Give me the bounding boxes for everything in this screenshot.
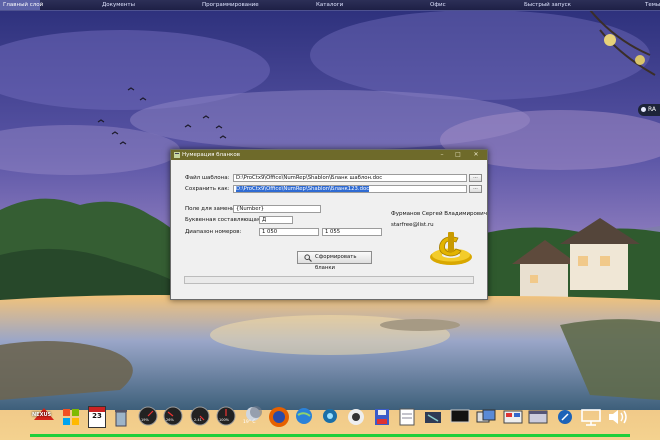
author-name: Фурманов Сергей Владимирович [391,211,487,217]
gauge-widget-3[interactable]: 2.41 [190,406,210,426]
number-range-label: Диапазон номеров: [185,229,242,235]
menu-item-themes[interactable]: Темы [645,0,660,10]
magnifier-icon [304,254,312,262]
menu-item-catalogs[interactable]: Каталоги [316,0,343,10]
range-from-input[interactable]: 1 050 [259,228,319,236]
gauge-value-4: 100% [219,418,230,422]
menu-item-quick-launch[interactable]: Быстрый запуск [524,0,571,10]
gauge-icon [163,406,183,426]
app-icon [174,152,180,158]
menu-item-programming[interactable]: Программирование [202,0,259,10]
menu-item-main-layer[interactable]: Главный слой [0,0,43,10]
monitor-icon[interactable] [450,409,470,425]
generate-forms-label: Сформировать бланки [315,254,357,271]
gauge-value-1: 19% [141,418,149,422]
window-switcher-icon[interactable] [476,409,496,425]
minimize-icon: – [440,151,444,158]
replace-field-label: Поле для замены: [185,206,238,212]
badge-dot-icon [641,107,646,112]
recycle-bin-icon[interactable] [113,408,129,428]
status-bar [184,276,474,284]
explorer-icon[interactable] [528,409,548,425]
calendar-day: 23 [92,412,102,420]
side-badge-label: RA [648,106,657,113]
generate-forms-button[interactable]: Сформировать бланки [297,251,372,271]
gauge-icon [190,406,210,426]
menu-item-documents[interactable]: Документы [102,0,135,10]
control-panel-icon[interactable] [503,409,523,425]
globe-icon[interactable] [295,407,313,427]
temperature-value: 19° C [243,420,256,425]
letter-component-input[interactable]: Д [259,216,293,224]
gauge-widget-2[interactable]: 26% [163,406,183,426]
save-disk-icon[interactable] [374,407,390,427]
display-settings-icon[interactable] [580,408,602,426]
nexus-brand-text: NEXUS [32,412,52,418]
notepad-icon[interactable] [398,408,416,426]
gauge-value-3: 2.41 [194,418,202,422]
template-file-label: Файл шаблона: [185,175,230,181]
save-as-selected-text: D:\ProCtx9\Office\NumRep\Shablon\Бланк12… [236,186,370,192]
top-menu-bar: Главный слой Документы Программирование … [0,0,660,11]
windows-icon [63,409,79,425]
feather-icon[interactable] [557,409,573,425]
firefox-icon[interactable] [268,406,290,428]
replace-field-input[interactable]: {Number} [233,205,321,213]
weather-widget[interactable]: 19° C [243,406,263,428]
maximize-icon: □ [455,151,461,158]
side-badge[interactable]: RA [638,104,660,116]
logo-icon [430,232,472,265]
save-as-input[interactable]: D:\ProCtx9\Office\NumRep\Shablon\Бланк12… [233,185,467,193]
calendar-widget[interactable]: 23 [88,406,106,428]
gauge-widget-1[interactable]: 19% [138,406,158,426]
gauge-icon [138,406,158,426]
network-icon[interactable] [322,408,338,426]
taskbar-accent-line [30,434,630,437]
save-as-browse-button[interactable]: ... [469,185,482,193]
gauge-widget-4[interactable]: 100% [216,406,236,426]
minimize-button[interactable]: – [435,150,449,160]
range-to-input[interactable]: 1 055 [322,228,382,236]
maximize-button[interactable]: □ [451,150,465,160]
template-browse-button[interactable]: ... [469,174,482,182]
gauge-icon [216,406,236,426]
numbering-dialog: Нумерация бланков – □ ✕ Файл шаблона: D:… [170,149,488,300]
start-button[interactable] [60,406,82,428]
letter-component-label: Буквенная составляющая: [185,217,262,223]
volume-icon[interactable] [607,408,629,426]
dialog-title: Нумерация бланков [182,152,240,158]
save-as-label: Сохранить как: [185,186,230,192]
nexus-logo[interactable]: NEXUS [32,406,56,424]
close-button[interactable]: ✕ [469,150,483,160]
template-file-input[interactable]: D:\ProCtx9\Office\NumRep\Shablon\Бланк ш… [233,174,467,182]
screenshot-tool-icon[interactable] [424,409,442,425]
close-icon: ✕ [473,151,479,158]
webcam-icon[interactable] [347,408,365,426]
gauge-value-2: 26% [166,418,174,422]
dialog-titlebar[interactable]: Нумерация бланков – □ ✕ [171,150,487,160]
menu-item-office[interactable]: Офис [430,0,446,10]
